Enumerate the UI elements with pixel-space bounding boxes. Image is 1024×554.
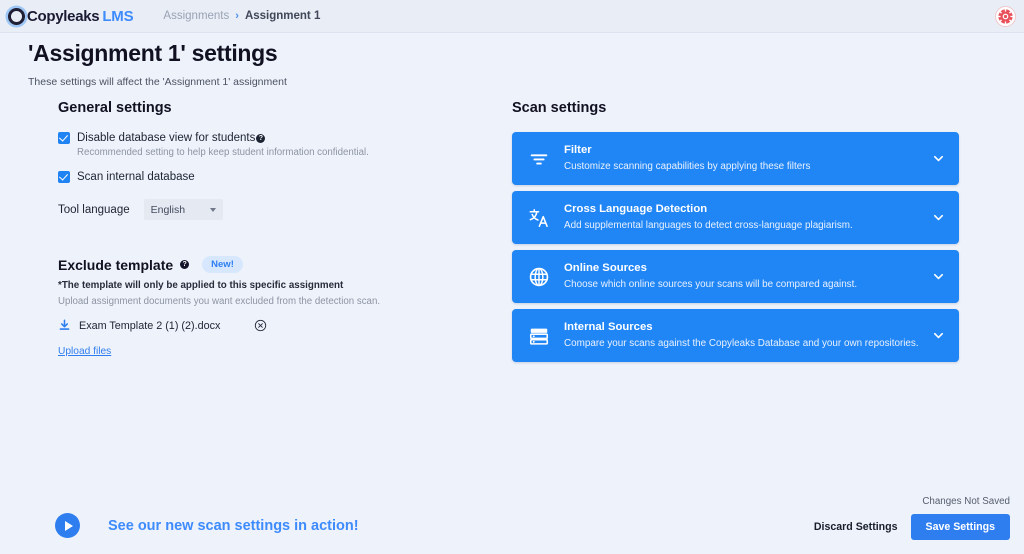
scan-internal-database-label: Scan internal database <box>77 171 195 183</box>
uploaded-file-name: Exam Template 2 (1) (2).docx <box>79 319 221 332</box>
new-badge: New! <box>202 256 243 273</box>
chevron-down-icon[interactable] <box>932 152 945 165</box>
disable-database-view-text: Disable database view for students <box>77 132 256 144</box>
breadcrumb: Assignments › Assignment 1 <box>163 10 320 22</box>
promo-text: See our new scan settings in action! <box>108 517 359 534</box>
tool-language-row: Tool language English <box>58 199 478 220</box>
page-title: 'Assignment 1' settings <box>28 40 278 66</box>
action-buttons-row: Discard Settings Save Settings <box>814 514 1010 540</box>
user-avatar[interactable] <box>995 6 1016 27</box>
tool-language-select[interactable]: English <box>143 199 223 220</box>
chevron-down-icon[interactable] <box>932 211 945 224</box>
scan-internal-database-row[interactable]: Scan internal database <box>58 171 478 183</box>
scan-card-title: Online Sources <box>564 261 647 274</box>
uploaded-file-row: Exam Template 2 (1) (2).docx <box>58 319 478 332</box>
exclude-template-section: Exclude template ? New! *The template wi… <box>58 256 478 359</box>
changes-status: Changes Not Saved <box>922 496 1010 507</box>
general-settings-column: General settings Disable database view f… <box>58 100 478 359</box>
download-icon[interactable] <box>58 319 71 332</box>
logo-text: Copyleaks <box>27 7 100 25</box>
exclude-template-note: *The template will only be applied to th… <box>58 280 344 291</box>
tool-language-label: Tool language <box>58 203 130 216</box>
play-icon[interactable] <box>55 513 80 538</box>
scan-card-desc: Customize scanning capabilities by apply… <box>564 161 811 173</box>
scan-card-internal-sources[interactable]: Internal Sources Compare your scans agai… <box>512 309 959 362</box>
globe-icon <box>529 267 549 286</box>
disable-database-view-checkbox[interactable] <box>58 132 70 144</box>
chevron-down-icon <box>209 208 216 212</box>
settings-page: Copyleaks LMS Assignments › Assignment 1 <box>0 0 1024 554</box>
chevron-down-icon[interactable] <box>932 270 945 283</box>
scan-internal-database-checkbox[interactable] <box>58 171 70 183</box>
scan-card-body: Internal Sources Compare your scans agai… <box>564 320 932 351</box>
chevron-right-icon: › <box>235 10 239 22</box>
discard-settings-button[interactable]: Discard Settings <box>814 521 898 533</box>
upload-files-link[interactable]: Upload files <box>58 346 111 357</box>
filter-icon <box>530 153 548 165</box>
footer-actions: Changes Not Saved Discard Settings Save … <box>814 496 1010 540</box>
exclude-template-subtitle: Upload assignment documents you want exc… <box>58 296 381 307</box>
logo-lms-text: LMS <box>102 7 134 25</box>
avatar-pattern-icon <box>996 7 1015 26</box>
top-bar: Copyleaks LMS Assignments › Assignment 1 <box>0 0 1024 33</box>
chevron-down-icon[interactable] <box>932 329 945 342</box>
database-icon <box>529 328 549 345</box>
help-icon[interactable]: ? <box>180 260 190 269</box>
scan-card-body: Filter Customize scanning capabilities b… <box>564 143 932 174</box>
page-header: 'Assignment 1' settings These settings w… <box>28 40 287 88</box>
tool-language-value: English <box>150 203 186 216</box>
disable-database-view-hint: Recommended setting to help keep student… <box>77 147 369 158</box>
scan-card-desc: Choose which online sources your scans w… <box>564 279 858 291</box>
scan-card-title: Internal Sources <box>564 320 653 333</box>
scan-card-title: Cross Language Detection <box>564 202 708 215</box>
promo-video-link[interactable]: See our new scan settings in action! <box>55 513 359 538</box>
translate-icon <box>529 208 548 227</box>
scan-card-body: Cross Language Detection Add supplementa… <box>564 202 932 233</box>
scan-settings-column: Scan settings Filter Customize scanning … <box>512 100 959 368</box>
scan-card-filter[interactable]: Filter Customize scanning capabilities b… <box>512 132 959 185</box>
disable-database-view-row[interactable]: Disable database view for students ? <box>58 132 478 144</box>
exclude-template-title: Exclude template <box>58 256 174 273</box>
help-icon[interactable]: ? <box>256 133 266 143</box>
copyleaks-logo[interactable]: Copyleaks LMS <box>8 7 134 25</box>
page-subtitle: These settings will affect the 'Assignme… <box>28 76 287 88</box>
exclude-template-header: Exclude template ? New! <box>58 256 478 273</box>
scan-card-desc: Compare your scans against the Copyleaks… <box>564 338 919 350</box>
scan-settings-title: Scan settings <box>512 100 607 116</box>
scan-card-title: Filter <box>564 143 592 156</box>
general-settings-title: General settings <box>58 100 172 116</box>
breadcrumb-assignments-link[interactable]: Assignments <box>163 10 229 22</box>
scan-card-online-sources[interactable]: Online Sources Choose which online sourc… <box>512 250 959 303</box>
remove-file-icon[interactable] <box>254 319 267 332</box>
save-settings-button[interactable]: Save Settings <box>910 514 1010 540</box>
scan-card-body: Online Sources Choose which online sourc… <box>564 261 932 292</box>
scan-card-desc: Add supplemental languages to detect cro… <box>564 220 853 232</box>
scan-card-cross-language-detection[interactable]: Cross Language Detection Add supplementa… <box>512 191 959 244</box>
breadcrumb-current: Assignment 1 <box>244 10 321 22</box>
disable-database-view-label: Disable database view for students ? <box>77 132 266 144</box>
